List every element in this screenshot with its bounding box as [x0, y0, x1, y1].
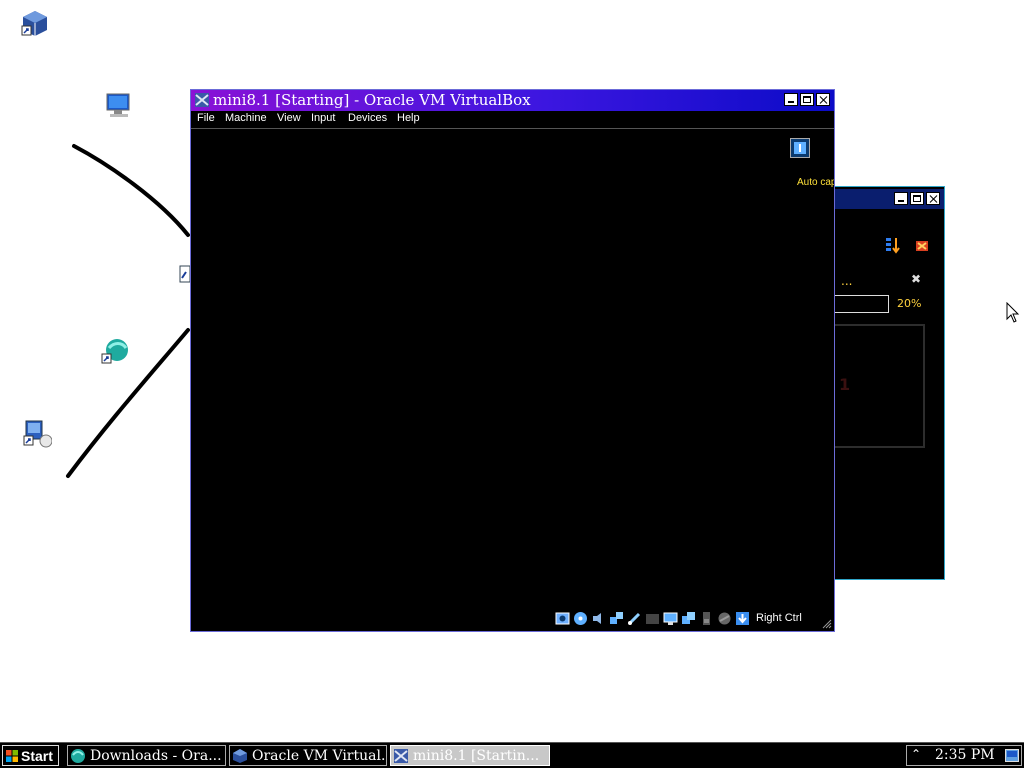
sort-arrows-icon[interactable]	[885, 237, 901, 255]
optical-drive-icon[interactable]	[573, 611, 588, 626]
show-desktop-icon[interactable]	[1005, 749, 1019, 762]
windows-flag-icon	[6, 749, 18, 762]
progress-dots: ...	[841, 274, 853, 288]
virtualbox-vm-icon	[394, 748, 408, 763]
audio-icon[interactable]	[591, 611, 606, 626]
task-virtualbox-manager[interactable]: Oracle VM Virtual...	[229, 745, 387, 766]
task-vm-window[interactable]: mini8.1 [Startin...	[390, 745, 550, 766]
close-button[interactable]	[816, 93, 830, 106]
status-bar: Right Ctrl	[555, 609, 802, 627]
system-tray: ⌃ 2:35 PM	[906, 745, 1022, 766]
task-downloads[interactable]: Downloads - Ora...	[67, 745, 226, 766]
computer-icon[interactable]	[102, 90, 132, 120]
remote-desktop-shortcut-icon[interactable]	[22, 418, 52, 448]
shared-folders-icon[interactable]	[645, 611, 660, 626]
menu-help[interactable]: Help	[397, 112, 420, 124]
menu-devices[interactable]: Devices	[348, 112, 387, 124]
virtualbox-icon	[195, 93, 209, 107]
clock[interactable]: 2:35 PM	[935, 747, 995, 763]
hard-disk-icon[interactable]	[555, 611, 570, 626]
video-capture-icon[interactable]	[681, 611, 696, 626]
task-label: Downloads - Ora...	[90, 747, 222, 764]
show-hidden-icons-icon[interactable]: ⌃	[911, 747, 921, 761]
virtualbox-icon	[233, 748, 247, 763]
mouse-cursor-icon	[1006, 302, 1020, 323]
menu-file[interactable]: File	[197, 112, 215, 124]
maximize-button[interactable]	[910, 192, 924, 205]
virtualbox-shortcut-icon[interactable]	[20, 8, 50, 38]
menu-bar: File Machine View Input Devices Help	[191, 111, 834, 129]
network-app-shortcut-icon[interactable]	[100, 336, 130, 366]
vm-preview-label: 1	[839, 375, 851, 394]
browser-icon	[71, 748, 85, 763]
taskbar: Start Downloads - Ora... Oracle VM Virtu…	[0, 742, 1024, 768]
background-window-titlebar[interactable]	[835, 189, 944, 209]
menu-view[interactable]: View	[277, 112, 301, 124]
window-title: mini8.1 [Starting] - Oracle VM VirtualBo…	[213, 91, 531, 109]
start-label: Start	[21, 747, 53, 764]
auto-capture-info-icon[interactable]	[790, 138, 810, 158]
minimize-button[interactable]	[784, 93, 798, 106]
progress-percent: 20%	[897, 297, 922, 310]
cancel-progress-icon[interactable]: ✖	[911, 272, 921, 286]
usb-icon[interactable]	[627, 611, 642, 626]
resize-grip[interactable]	[822, 619, 832, 629]
discard-state-icon[interactable]	[913, 237, 931, 255]
close-button[interactable]	[926, 192, 940, 205]
vm-window[interactable]: mini8.1 [Starting] - Oracle VM VirtualBo…	[190, 89, 835, 632]
task-label: Oracle VM Virtual...	[252, 747, 387, 764]
display-icon[interactable]	[663, 611, 678, 626]
virtualization-icon[interactable]	[699, 611, 714, 626]
progress-bar	[833, 295, 889, 313]
auto-capture-notice: Auto capture	[797, 177, 834, 188]
menu-input[interactable]: Input	[311, 112, 335, 124]
network-icon[interactable]	[609, 611, 624, 626]
start-button[interactable]: Start	[2, 745, 59, 766]
arrow-down-icon[interactable]	[735, 611, 750, 626]
task-label: mini8.1 [Startin...	[413, 747, 540, 764]
host-key-label: Right Ctrl	[756, 612, 802, 624]
minimize-button[interactable]	[894, 192, 908, 205]
maximize-button[interactable]	[800, 93, 814, 106]
background-window[interactable]: ... ✖ 20% 1	[833, 186, 945, 580]
vm-window-titlebar[interactable]: mini8.1 [Starting] - Oracle VM VirtualBo…	[191, 90, 834, 111]
mouse-integration-icon[interactable]	[717, 611, 732, 626]
menu-machine[interactable]: Machine	[225, 112, 267, 124]
